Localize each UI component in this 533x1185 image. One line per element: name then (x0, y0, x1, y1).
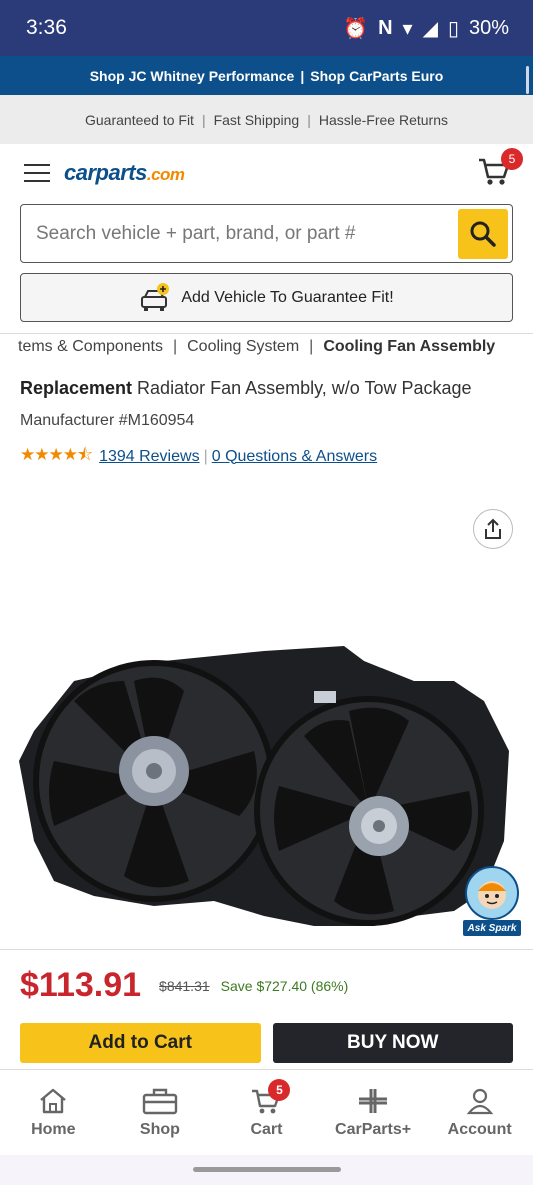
sale-price: $113.91 (20, 966, 142, 1004)
search-input[interactable] (36, 222, 458, 245)
purchase-actions: Add to Cart BUY NOW (0, 1005, 533, 1063)
signal-icon: ◢ (422, 17, 438, 40)
bottom-navigation: Home Shop 5 Cart CarParts+ Account (0, 1069, 533, 1155)
trust-shipping: Fast Shipping (213, 111, 300, 128)
home-gesture-handle[interactable] (193, 1167, 341, 1172)
ask-spark-label: Ask Spark (463, 920, 521, 936)
promo-link-jc-whitney[interactable]: Shop JC Whitney Performance (90, 68, 295, 84)
rating-row: ★★★★⯪ 1394 Reviews | 0 Questions & Answe… (0, 430, 533, 471)
battery-icon: ▯ (447, 17, 459, 40)
search-button[interactable] (458, 208, 508, 259)
manufacturer-number: Manufacturer #M160954 (20, 412, 195, 429)
scrollbar[interactable] (526, 66, 529, 94)
search-icon (470, 221, 496, 247)
reviews-link[interactable]: 1394 Reviews (99, 448, 200, 466)
promo-bar: Shop JC Whitney Performance | Shop CarPa… (0, 56, 533, 95)
savings-text: Save $727.40 (86%) (220, 977, 349, 994)
breadcrumb: tems & Components | Cooling System | Coo… (18, 338, 496, 356)
trust-bar: Guaranteed to Fit | Fast Shipping | Hass… (0, 95, 533, 144)
add-vehicle-button[interactable]: Add Vehicle To Guarantee Fit! (20, 273, 513, 322)
search-bar (20, 204, 513, 263)
star-rating-icon: ★★★★⯪ (20, 445, 93, 464)
nav-carparts-plus[interactable]: CarParts+ (323, 1087, 423, 1139)
header-cart-button[interactable]: 5 (477, 148, 523, 188)
alarm-icon: ⏰ (343, 17, 369, 40)
gesture-bar (0, 1155, 533, 1185)
carparts-plus-icon (359, 1088, 388, 1113)
nav-cart[interactable]: 5 Cart (216, 1078, 316, 1139)
share-icon (485, 518, 501, 539)
nfc-icon: N (378, 16, 393, 39)
vehicle-add-icon (141, 282, 170, 311)
trust-returns: Hassle-Free Returns (318, 111, 448, 128)
site-header: carparts.com 5 (0, 144, 533, 202)
questions-link[interactable]: 0 Questions & Answers (212, 448, 377, 466)
home-icon (40, 1088, 67, 1113)
breadcrumb-item[interactable]: tems & Components (18, 338, 163, 356)
battery-percent: 30% (468, 16, 509, 39)
original-price: $841.31 (159, 977, 210, 994)
add-vehicle-label: Add Vehicle To Guarantee Fit! (181, 288, 394, 306)
buy-now-button[interactable]: BUY NOW (272, 1023, 513, 1063)
spark-avatar-icon (465, 866, 519, 920)
toolbox-icon (142, 1088, 178, 1114)
nav-home[interactable]: Home (3, 1087, 103, 1139)
promo-link-carparts-euro[interactable]: Shop CarParts Euro (310, 68, 443, 84)
ask-spark-button[interactable]: Ask Spark (463, 866, 521, 936)
share-button[interactable] (473, 509, 513, 549)
add-to-cart-button[interactable]: Add to Cart (20, 1023, 261, 1063)
nav-shop[interactable]: Shop (110, 1087, 210, 1139)
wifi-icon: ▾ (402, 17, 413, 40)
product-title: Replacement Radiator Fan Assembly, w/o T… (20, 378, 472, 398)
site-logo[interactable]: carparts.com (64, 160, 185, 186)
price-row: $113.91 $841.31 Save $727.40 (86%) (0, 949, 533, 1005)
breadcrumb-current: Cooling Fan Assembly (323, 338, 496, 355)
status-icons: ⏰ N ▾ ◢ ▯ 30% (343, 16, 509, 41)
account-icon (466, 1088, 493, 1114)
cart-count-badge: 5 (501, 148, 523, 170)
promo-separator: | (300, 67, 305, 84)
nav-cart-badge: 5 (268, 1078, 291, 1101)
status-bar: 3:36 ⏰ N ▾ ◢ ▯ 30% (0, 0, 533, 56)
menu-icon[interactable] (24, 164, 50, 182)
product-image[interactable] (14, 641, 514, 926)
trust-guaranteed: Guaranteed to Fit (85, 111, 194, 128)
product-image-area: Ask Spark (0, 471, 533, 949)
status-time: 3:36 (26, 16, 67, 39)
nav-account[interactable]: Account (430, 1087, 530, 1139)
breadcrumb-item[interactable]: Cooling System (187, 338, 299, 356)
